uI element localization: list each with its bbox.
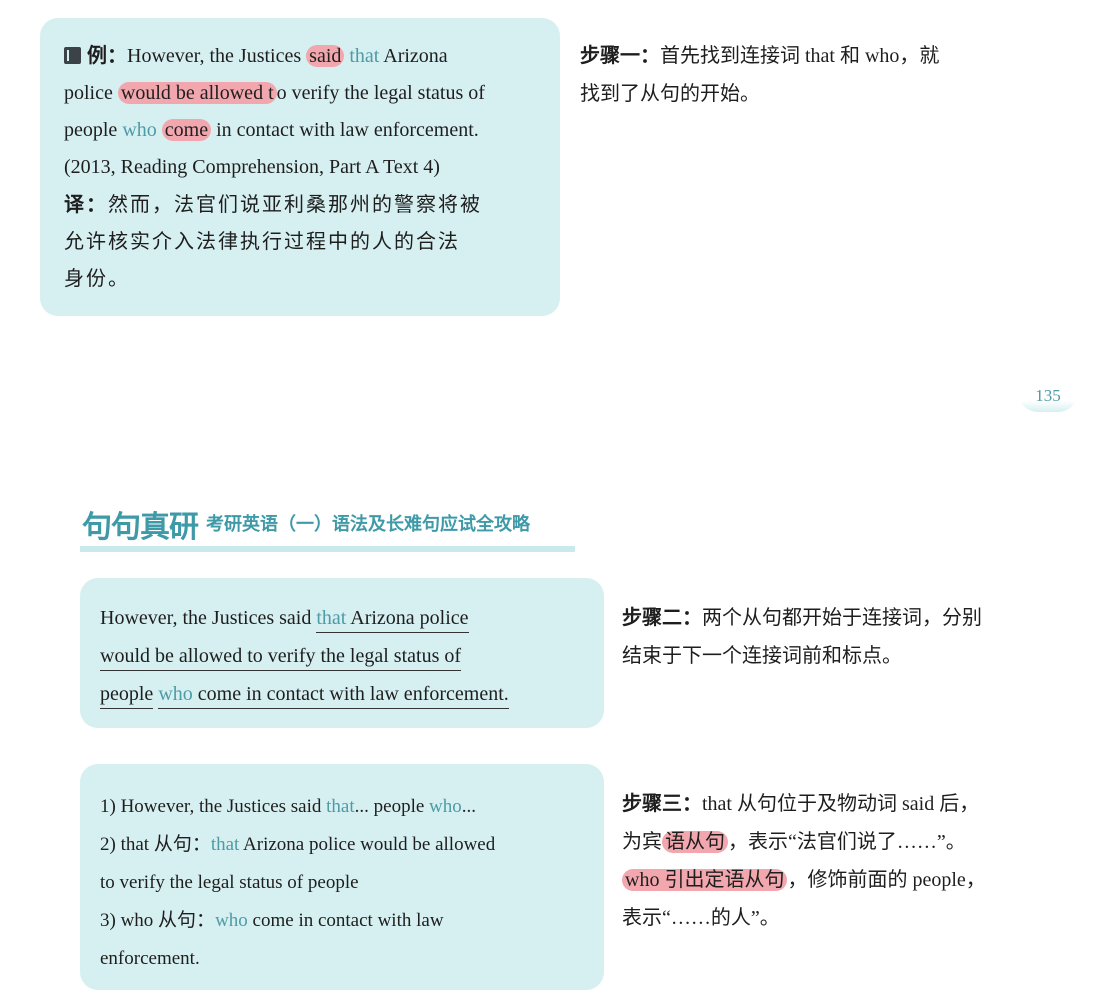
step-2-label: 步骤二： (622, 605, 702, 629)
example-label: 例： (87, 43, 127, 67)
translation-line-1: 译：然而，法官们说亚利桑那州的警察将被 (64, 192, 482, 216)
step-1-label: 步骤一： (580, 43, 660, 67)
split-line-2: would be allowed to verify the legal sta… (100, 637, 604, 675)
highlight-would-be-allowed: would be allowed t (117, 82, 277, 104)
page-number: 135 (1018, 384, 1078, 412)
book-logo: 句句真研 (82, 510, 199, 545)
step-3: 步骤三：that 从句位于及物动词 said 后， 为宾 语从句 ，表示“法官们说了… (622, 791, 986, 929)
split-line-3: people who come in contact with law enfo… (100, 675, 604, 713)
step-3-label: 步骤三： (622, 791, 702, 815)
split-line-1: However, the Justices said that Arizona … (100, 599, 604, 637)
translation-label: 译： (64, 192, 108, 216)
translation-line-2: 允许核实介入法律执行过程中的人的合法 (64, 231, 460, 253)
book-subtitle: 考研英语（一）语法及长难句应试全攻略 (206, 514, 530, 535)
highlight-said: said (306, 45, 345, 67)
numbered-item-2: 2) that 从句：that Arizona police would be … (100, 834, 496, 855)
connector-that: that (344, 45, 380, 67)
highlight-come: come (161, 119, 212, 141)
split-panel: However, the Justices said that Arizona … (80, 578, 604, 728)
example-source: (2013, Reading Comprehension, Part A Tex… (64, 156, 440, 178)
numbered-item-3-cont: enforcement. (100, 948, 200, 969)
example-panel: 例：However, the Justices said that Arizon… (40, 18, 560, 316)
numbered-item-1: 1) However, the Justices said that... pe… (100, 796, 477, 817)
step-1: 步骤一：首先找到连接词 that 和 who，就 找到了从句的开始。 (580, 43, 940, 105)
that-clause-underline: that Arizona police (316, 607, 469, 633)
step-2: 步骤二：两个从句都开始于连接词，分别 结束于下一个连接词前和标点。 (622, 605, 982, 667)
connector-who: who (122, 119, 157, 141)
numbered-item-3: 3) who 从句：who come in contact with law (100, 910, 444, 931)
example-line-3: people who come in contact with law enfo… (64, 119, 479, 141)
numbered-item-2-cont: to verify the legal status of people (100, 872, 359, 893)
who-clause-underline: who come in contact with law enforcement… (158, 683, 509, 709)
example-line-1: 例：However, the Justices said that Arizon… (64, 37, 560, 75)
book-icon (64, 47, 81, 64)
translation-line-3: 身份。 (64, 268, 130, 290)
example-line-2: police would be allowed to verify the le… (64, 82, 485, 104)
highlight-attributive-clause: who 引出定语从句 (622, 869, 788, 891)
numbered-panel: 1) However, the Justices said that... pe… (80, 764, 604, 990)
highlight-object-clause: 语从句 (662, 831, 728, 853)
book-header: 句句真研 考研英语（一）语法及长难句应试全攻略 (80, 500, 575, 552)
